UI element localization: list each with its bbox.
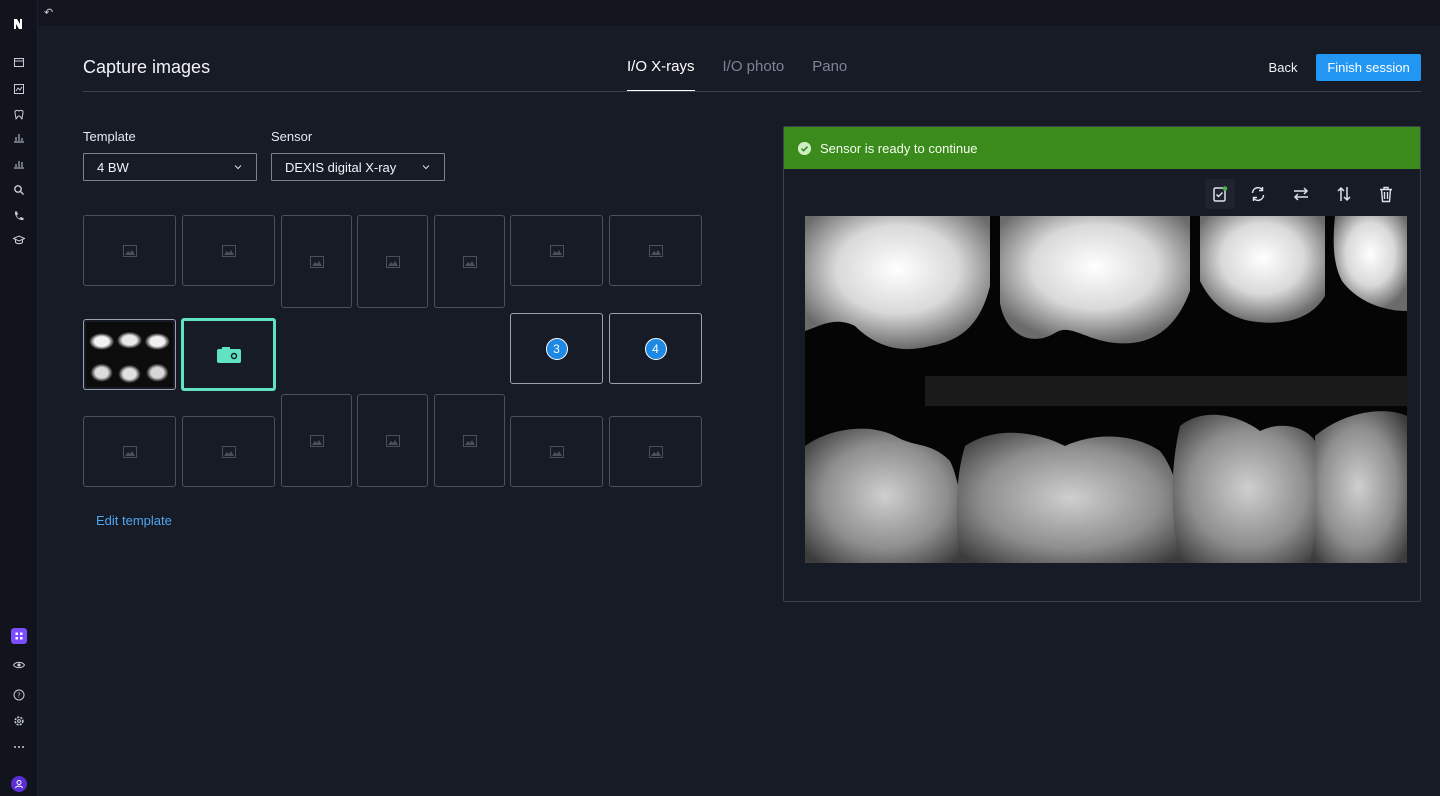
trash-icon xyxy=(1380,186,1392,203)
bar-chart-icon[interactable] xyxy=(11,129,27,145)
edit-template-link[interactable]: Edit template xyxy=(96,513,172,528)
template-slot[interactable] xyxy=(609,416,702,487)
tab-pano[interactable]: Pano xyxy=(812,58,847,92)
swap-vertical-icon xyxy=(1337,186,1351,202)
chevron-down-icon xyxy=(234,165,242,170)
xray-thumbnail-image xyxy=(86,322,173,387)
finish-session-button[interactable]: Finish session xyxy=(1316,54,1421,81)
sensor-status-text: Sensor is ready to continue xyxy=(820,140,978,156)
delete-image-button[interactable] xyxy=(1371,179,1401,209)
graduation-cap-icon[interactable] xyxy=(11,232,27,248)
sensor-label: Sensor xyxy=(271,129,313,144)
slot-number-badge: 4 xyxy=(644,337,667,360)
template-label: Template xyxy=(83,129,136,144)
captured-xray-thumbnail[interactable] xyxy=(83,319,176,390)
image-placeholder-icon xyxy=(462,434,477,447)
active-capture-slot[interactable] xyxy=(181,318,276,391)
left-sidebar: ? xyxy=(0,0,38,796)
xray-viewer-panel: Sensor is ready to continue xyxy=(783,126,1421,602)
image-placeholder-icon xyxy=(648,445,663,458)
image-placeholder-icon xyxy=(549,445,564,458)
template-value: 4 BW xyxy=(97,159,129,175)
user-icon[interactable] xyxy=(11,776,27,792)
tooth-icon[interactable] xyxy=(11,107,27,123)
template-slot[interactable] xyxy=(83,416,176,487)
back-arrow-icon[interactable]: ↶ xyxy=(44,6,53,19)
header-divider xyxy=(83,91,1421,92)
image-placeholder-icon xyxy=(549,244,564,257)
help-icon[interactable]: ? xyxy=(11,687,27,703)
eye-icon[interactable] xyxy=(11,657,27,673)
flip-horizontal-button[interactable] xyxy=(1286,179,1316,209)
image-placeholder-icon xyxy=(309,255,324,268)
template-slot-4[interactable]: 4 xyxy=(609,313,702,384)
template-select[interactable]: 4 BW xyxy=(83,153,257,181)
image-placeholder-icon xyxy=(462,255,477,268)
image-placeholder-icon xyxy=(385,255,400,268)
template-slot[interactable] xyxy=(357,215,428,308)
flip-vertical-button[interactable] xyxy=(1329,179,1359,209)
gear-icon[interactable] xyxy=(11,713,27,729)
template-slot[interactable] xyxy=(357,394,428,487)
tab-io-photo[interactable]: I/O photo xyxy=(723,58,785,92)
rotate-icon xyxy=(1251,186,1265,202)
template-slot[interactable] xyxy=(281,215,352,308)
template-slot[interactable] xyxy=(434,394,505,487)
bar-chart-icon[interactable] xyxy=(11,155,27,171)
template-slot[interactable] xyxy=(182,215,275,286)
camera-icon xyxy=(216,346,241,363)
calendar-icon[interactable] xyxy=(11,54,27,70)
template-slot[interactable] xyxy=(434,215,505,308)
check-circle-icon xyxy=(798,141,811,155)
top-bar xyxy=(38,0,1440,26)
tab-io-xrays[interactable]: I/O X-rays xyxy=(627,58,695,92)
approve-image-button[interactable] xyxy=(1205,179,1235,209)
apps-icon[interactable] xyxy=(11,628,27,644)
image-placeholder-icon xyxy=(221,445,236,458)
search-icon[interactable] xyxy=(11,182,27,198)
template-slot[interactable] xyxy=(510,215,603,286)
template-slot[interactable] xyxy=(609,215,702,286)
sensor-select[interactable]: DEXIS digital X-ray xyxy=(271,153,445,181)
template-slot-3[interactable]: 3 xyxy=(510,313,603,384)
template-slot[interactable] xyxy=(510,416,603,487)
phone-icon[interactable] xyxy=(11,208,27,224)
chart-icon[interactable] xyxy=(11,81,27,97)
rotate-button[interactable] xyxy=(1243,179,1273,209)
swap-horizontal-icon xyxy=(1293,187,1309,201)
approve-icon xyxy=(1213,186,1228,202)
image-placeholder-icon xyxy=(122,244,137,257)
sensor-value: DEXIS digital X-ray xyxy=(285,159,397,175)
page-title: Capture images xyxy=(83,57,211,77)
image-placeholder-icon xyxy=(309,434,324,447)
image-placeholder-icon xyxy=(122,445,137,458)
template-slot[interactable] xyxy=(281,394,352,487)
image-placeholder-icon xyxy=(221,244,236,257)
sensor-status-banner: Sensor is ready to continue xyxy=(784,127,1420,169)
template-slot[interactable] xyxy=(182,416,275,487)
image-placeholder-icon xyxy=(648,244,663,257)
back-button[interactable]: Back xyxy=(1259,54,1307,81)
svg-text:?: ? xyxy=(17,692,21,700)
more-icon[interactable] xyxy=(11,739,27,755)
xray-image xyxy=(805,216,1407,563)
logo-icon[interactable] xyxy=(11,16,27,32)
slot-number-badge: 3 xyxy=(545,337,568,360)
image-placeholder-icon xyxy=(385,434,400,447)
chevron-down-icon xyxy=(422,165,430,170)
capture-tabs: I/O X-rays I/O photo Pano xyxy=(627,58,875,92)
template-slot[interactable] xyxy=(83,215,176,286)
